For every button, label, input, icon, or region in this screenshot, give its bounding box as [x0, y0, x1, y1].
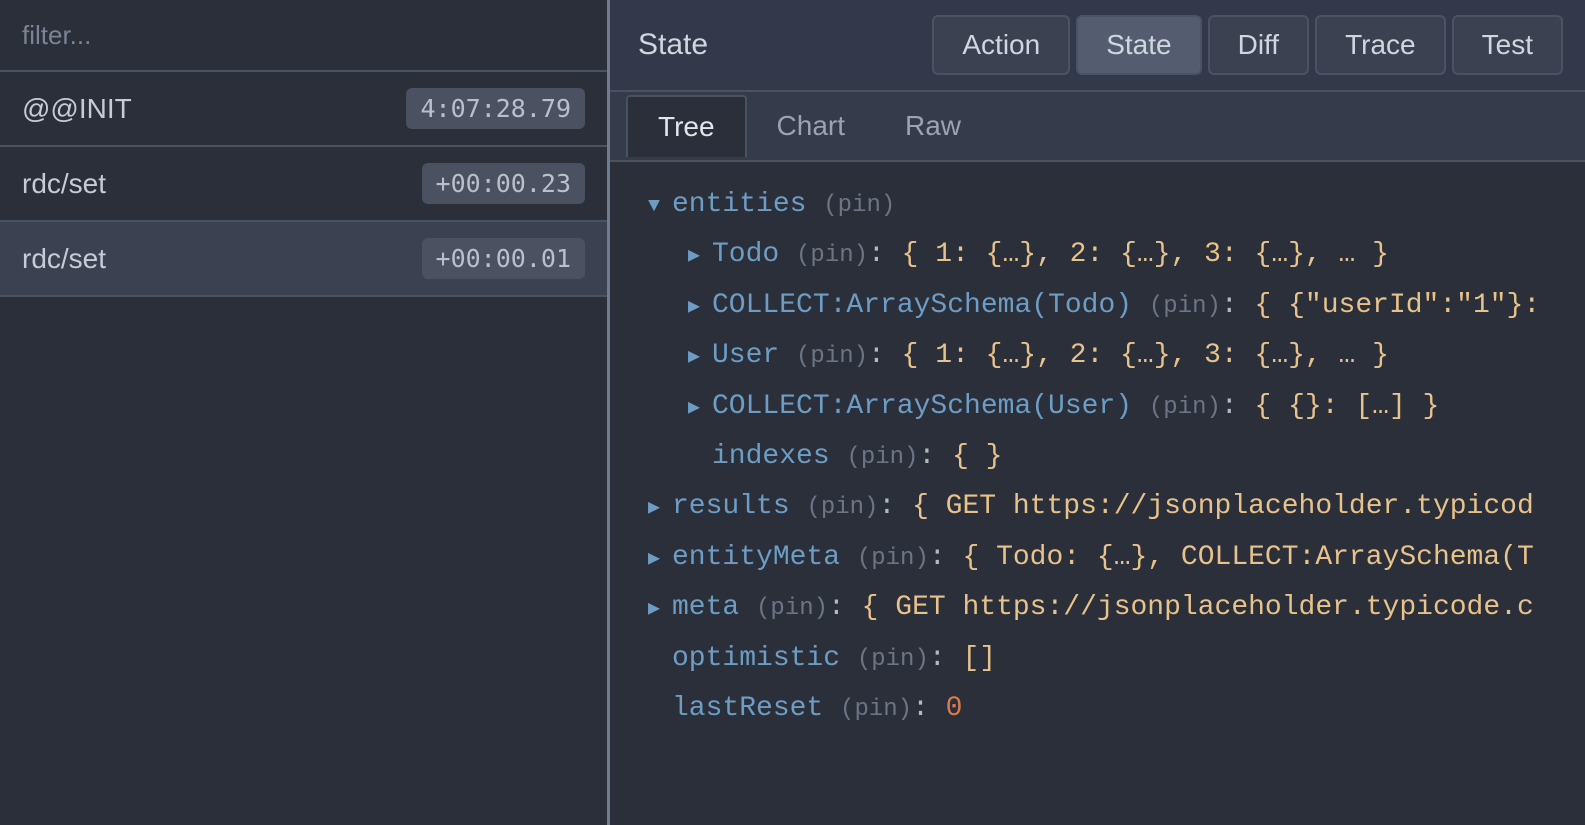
tree-node[interactable]: entityMeta (pin): { Todo: {…}, COLLECT:A…	[622, 533, 1573, 583]
tree-value: { {}: […] }	[1255, 391, 1440, 422]
tab-diff[interactable]: Diff	[1208, 15, 1310, 75]
panel-label: State	[638, 28, 708, 62]
tree-node[interactable]: COLLECT:ArraySchema(User) (pin): { {}: […	[622, 382, 1573, 432]
tree-key: optimistic	[672, 643, 840, 674]
tree-value: { Todo: {…}, COLLECT:ArraySchema(T	[962, 542, 1533, 573]
expand-arrow-icon[interactable]	[648, 482, 672, 532]
tree-key: Todo	[712, 239, 779, 270]
devtools-app: @@INIT 4:07:28.79 rdc/set +00:00.23 rdc/set +…	[0, 0, 1585, 825]
inspector-panel: State ActionStateDiffTraceTest TreeChart…	[610, 0, 1585, 825]
tree-value: { 1: {…}, 2: {…}, 3: {…}, … }	[902, 239, 1389, 270]
action-timestamp: 4:07:28.79	[406, 88, 585, 129]
pin-label[interactable]: (pin)	[857, 545, 929, 572]
colon: :	[929, 542, 963, 573]
colon: :	[912, 693, 946, 724]
inspector-tab-bar: ActionStateDiffTraceTest	[932, 15, 1563, 75]
tree-key: COLLECT:ArraySchema(Todo)	[712, 290, 1132, 321]
colon: :	[868, 239, 902, 270]
colon: :	[929, 643, 963, 674]
tree-value: { GET https://jsonplaceholder.typicode.c	[862, 592, 1534, 623]
expand-arrow-icon[interactable]	[648, 533, 672, 583]
tree-key: entities	[672, 189, 806, 220]
action-name: rdc/set	[22, 243, 106, 275]
pin-label[interactable]: (pin)	[806, 494, 878, 521]
tree-node[interactable]: optimistic (pin): []	[622, 634, 1573, 684]
expand-arrow-icon[interactable]	[688, 230, 712, 280]
action-list-panel: @@INIT 4:07:28.79 rdc/set +00:00.23 rdc/set +…	[0, 0, 610, 825]
tree-node[interactable]: results (pin): { GET https://jsonplaceho…	[622, 482, 1573, 532]
expand-arrow-icon[interactable]	[688, 331, 712, 381]
tab-test[interactable]: Test	[1452, 15, 1563, 75]
colon: :	[828, 592, 862, 623]
expand-arrow-icon[interactable]	[648, 583, 672, 633]
tree-key: entityMeta	[672, 542, 840, 573]
tree-node[interactable]: meta (pin): { GET https://jsonplaceholde…	[622, 583, 1573, 633]
tree-value: { {"userId":"1"}:	[1255, 290, 1541, 321]
tab-state[interactable]: State	[1076, 15, 1201, 75]
tree-value: { }	[952, 441, 1002, 472]
pin-label[interactable]: (pin)	[823, 192, 895, 219]
tree-key: indexes	[712, 441, 830, 472]
colon: :	[1221, 290, 1255, 321]
pin-label[interactable]: (pin)	[756, 595, 828, 622]
tree-node[interactable]: indexes (pin): { }	[622, 432, 1573, 482]
action-list: @@INIT 4:07:28.79 rdc/set +00:00.23 rdc/set +…	[0, 72, 607, 297]
tree-key: COLLECT:ArraySchema(User)	[712, 391, 1132, 422]
colon: :	[918, 441, 952, 472]
pin-label[interactable]: (pin)	[796, 242, 868, 269]
tree-node[interactable]: User (pin): { 1: {…}, 2: {…}, 3: {…}, … …	[622, 331, 1573, 381]
tree-key: lastReset	[672, 693, 823, 724]
tree-node[interactable]: Todo (pin): { 1: {…}, 2: {…}, 3: {…}, … …	[622, 230, 1573, 280]
tab-action[interactable]: Action	[932, 15, 1070, 75]
subtab-raw[interactable]: Raw	[875, 96, 991, 156]
action-name: rdc/set	[22, 168, 106, 200]
pin-label[interactable]: (pin)	[857, 646, 929, 673]
action-timestamp: +00:00.23	[422, 163, 585, 204]
pin-label[interactable]: (pin)	[846, 444, 918, 471]
pin-label[interactable]: (pin)	[1149, 293, 1221, 320]
action-row[interactable]: rdc/set +00:00.23	[0, 147, 607, 222]
tree-key: User	[712, 340, 779, 371]
action-timestamp: +00:00.01	[422, 238, 585, 279]
tree-value: { 1: {…}, 2: {…}, 3: {…}, … }	[902, 340, 1389, 371]
tab-trace[interactable]: Trace	[1315, 15, 1446, 75]
subtab-tree[interactable]: Tree	[626, 95, 747, 157]
action-row[interactable]: rdc/set +00:00.01	[0, 222, 607, 297]
tree-value: []	[962, 643, 996, 674]
subtab-chart[interactable]: Chart	[747, 96, 875, 156]
expand-arrow-icon[interactable]	[648, 180, 672, 230]
inspector-top-bar: State ActionStateDiffTraceTest	[610, 0, 1585, 92]
tree-node[interactable]: entities (pin)	[622, 180, 1573, 230]
state-tree[interactable]: entities (pin)Todo (pin): { 1: {…}, 2: {…	[610, 162, 1585, 825]
tree-node[interactable]: lastReset (pin): 0	[622, 684, 1573, 734]
pin-label[interactable]: (pin)	[1149, 394, 1221, 421]
pin-label[interactable]: (pin)	[796, 343, 868, 370]
tree-node[interactable]: COLLECT:ArraySchema(Todo) (pin): { {"use…	[622, 281, 1573, 331]
colon: :	[868, 340, 902, 371]
action-name: @@INIT	[22, 93, 132, 125]
colon: :	[878, 491, 912, 522]
tree-value: 0	[946, 693, 963, 724]
tree-key: meta	[672, 592, 739, 623]
inspector-sub-tabs: TreeChartRaw	[610, 92, 1585, 162]
pin-label[interactable]: (pin)	[840, 696, 912, 723]
expand-arrow-icon[interactable]	[688, 382, 712, 432]
filter-input[interactable]	[0, 0, 607, 72]
expand-arrow-icon[interactable]	[688, 281, 712, 331]
colon: :	[1221, 391, 1255, 422]
tree-value: { GET https://jsonplaceholder.typicod	[912, 491, 1534, 522]
tree-key: results	[672, 491, 790, 522]
action-row[interactable]: @@INIT 4:07:28.79	[0, 72, 607, 147]
